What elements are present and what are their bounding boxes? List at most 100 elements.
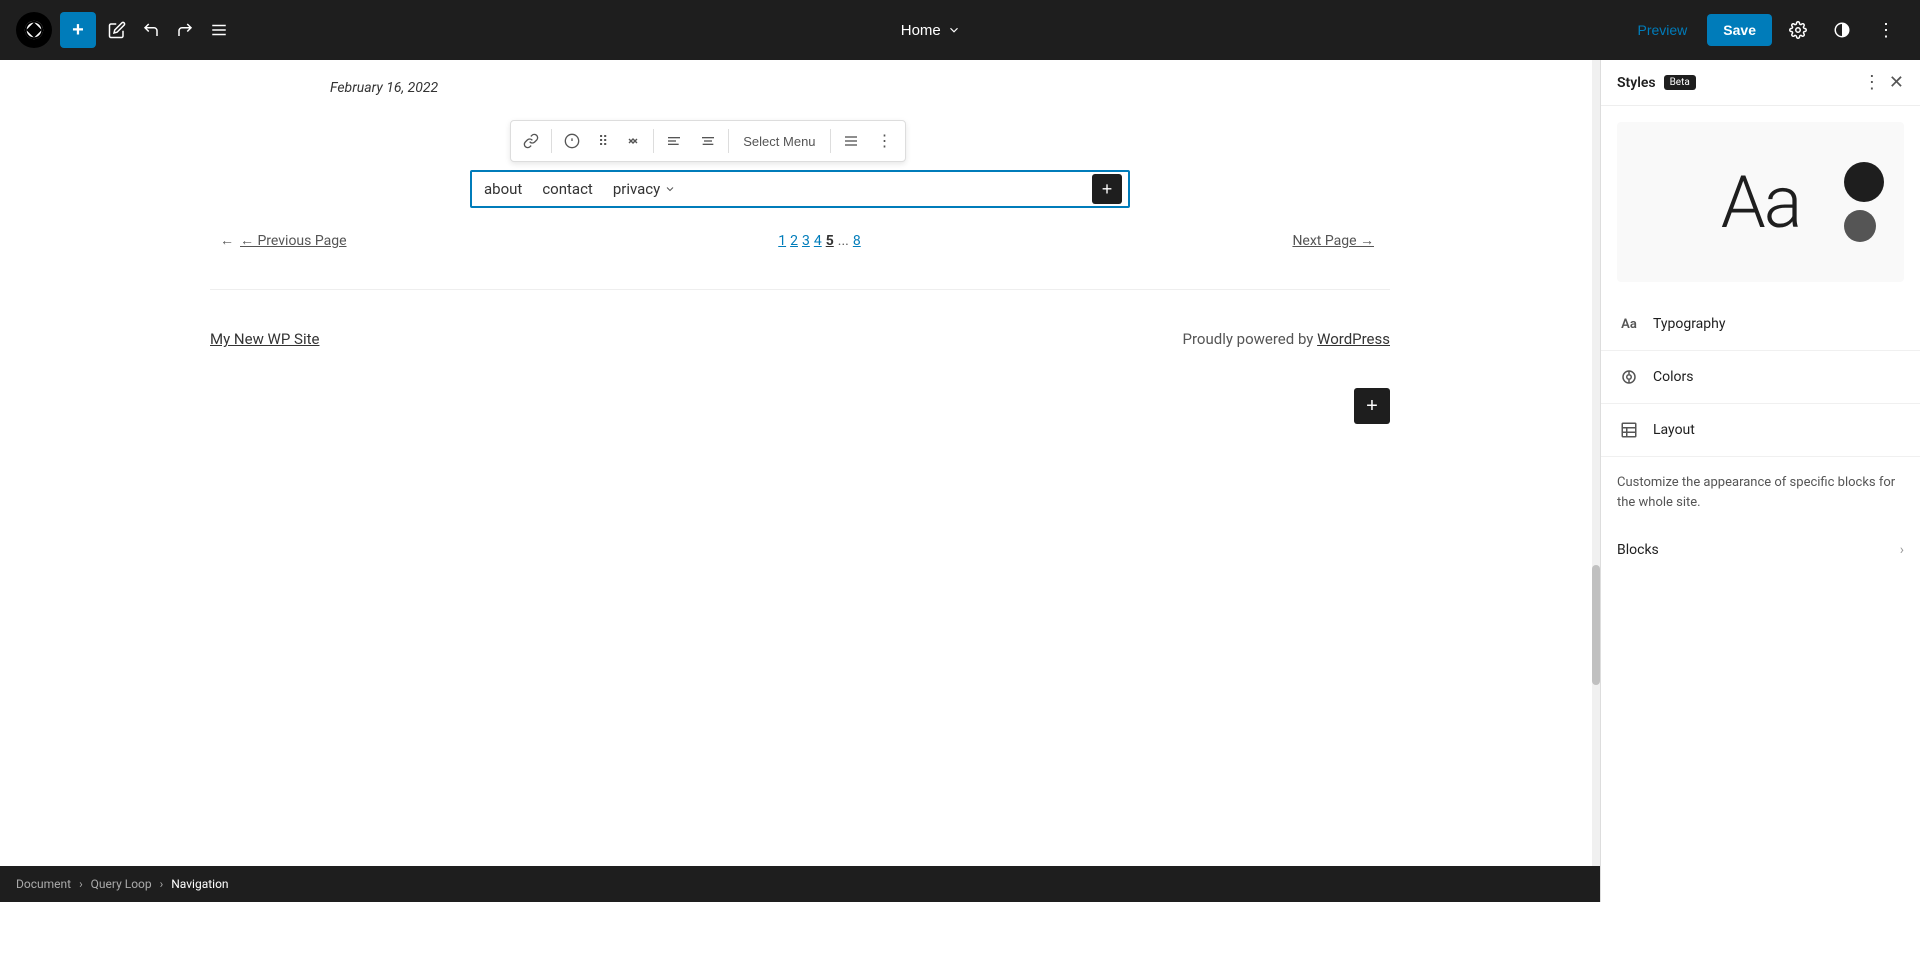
style-preview-dots [1844,162,1884,242]
redo-button[interactable] [168,15,202,45]
next-page-label: Next Page → [1292,232,1374,249]
save-button[interactable]: Save [1707,14,1772,46]
nav-item-about[interactable]: about [484,180,522,198]
link-toolbar-button[interactable] [515,127,547,155]
blocks-chevron-icon: › [1900,542,1904,558]
nav-block-wrapper: about contact privacy + [470,170,1130,208]
link-icon [523,133,539,149]
add-block-bottom: + [210,388,1390,424]
top-toolbar: + Home Preview [0,0,1920,60]
typography-label: Typography [1653,316,1904,332]
drag-icon: ⠿ [598,133,607,150]
right-panel: Styles Beta ⋮ ✕ Aa Aa Typo [1600,60,1920,902]
up-down-icon [625,133,641,149]
panel-header: Styles Beta ⋮ ✕ [1601,60,1920,106]
page-num-8[interactable]: 8 [853,233,861,249]
page-num-4[interactable]: 4 [814,233,822,249]
undo-button[interactable] [134,15,168,45]
panel-option-colors[interactable]: Colors [1601,351,1920,404]
up-down-toolbar-button[interactable] [617,127,649,155]
wp-logo[interactable] [16,12,52,48]
drag-toolbar-button[interactable]: ⠿ [590,127,615,156]
list-icon [210,21,228,39]
panel-option-layout[interactable]: Layout [1601,404,1920,457]
page-num-3[interactable]: 3 [802,233,810,249]
scroll-thumb[interactable] [1592,565,1600,685]
nav-block[interactable]: about contact privacy + [470,170,1130,208]
style-toggle-button[interactable] [1824,12,1860,48]
toolbar-divider-2 [653,129,654,153]
breadcrumb-document[interactable]: Document [16,877,71,891]
align-center-toolbar-button[interactable] [692,127,724,155]
add-block-bottom-button[interactable]: + [1354,388,1390,424]
home-dropdown[interactable]: Home [901,22,961,39]
document-overview-button[interactable] [202,15,236,45]
half-circle-icon [1833,21,1851,39]
page-num-1[interactable]: 1 [778,233,786,249]
settings-button[interactable] [1780,12,1816,48]
block-toolbar: ⠿ [510,120,906,162]
panel-option-typography[interactable]: Aa Typography [1601,298,1920,351]
breadcrumb-query-loop[interactable]: Query Loop [91,877,152,891]
chevron-down-icon [947,23,961,37]
canvas-inner: February 16, 2022 [170,80,1430,424]
nav-item-contact[interactable]: contact [542,180,593,198]
gear-icon [1789,21,1807,39]
colors-label: Colors [1653,369,1904,385]
dot-large [1844,162,1884,202]
colors-icon [1617,365,1641,389]
info-toolbar-button[interactable] [556,127,588,155]
panel-more-icon: ⋮ [1863,72,1881,93]
footer-powered-text: Proudly powered by [1183,330,1318,348]
submenu-chevron-icon [664,183,676,195]
text-align-icon [843,133,859,149]
more-options-button[interactable]: ⋮ [1868,12,1904,48]
toolbar-divider-4 [830,129,831,153]
nav-add-item-button[interactable]: + [1092,174,1122,204]
canvas: February 16, 2022 [0,60,1600,902]
undo-icon [142,21,160,39]
page-num-5[interactable]: 5 [826,233,834,249]
redo-icon [176,21,194,39]
pagination: ← ← Previous Page 1 2 3 4 5 ... 8 Next P… [210,232,1390,249]
page-date: February 16, 2022 [210,80,1390,96]
layout-label: Layout [1653,422,1904,438]
breadcrumb-navigation[interactable]: Navigation [171,877,228,891]
panel-blocks-row[interactable]: Blocks › [1601,528,1920,572]
page-dots: ... [838,233,849,249]
text-align-toolbar-button[interactable] [835,127,867,155]
next-page-link[interactable]: Next Page → [1292,232,1380,249]
align-left-icon [666,133,682,149]
panel-close-button[interactable]: ✕ [1889,72,1904,93]
wp-logo-icon [23,19,45,41]
blocks-label: Blocks [1617,542,1900,558]
bottom-bar: Document › Query Loop › Navigation [0,866,1600,902]
breadcrumb-sep-1: › [79,877,83,891]
pencil-icon [108,21,126,39]
page-numbers: 1 2 3 4 5 ... 8 [778,233,861,249]
toolbar-right: Preview Save ⋮ [1626,12,1905,48]
scroll-track[interactable] [1592,60,1600,902]
more-toolbar-button[interactable]: ⋮ [869,125,901,157]
page-num-2[interactable]: 2 [790,233,798,249]
edit-button[interactable] [100,15,134,45]
align-center-icon [700,133,716,149]
toolbar-center: Home [236,22,1626,39]
prev-arrow: ← [220,232,234,249]
panel-more-button[interactable]: ⋮ [1863,72,1881,93]
nav-item-privacy[interactable]: privacy [613,180,676,198]
info-icon [564,133,580,149]
prev-page-link[interactable]: ← ← Previous Page [220,232,347,249]
footer-area: My New WP Site Proudly powered by WordPr… [210,289,1390,368]
typography-icon: Aa [1617,312,1641,336]
close-icon: ✕ [1889,72,1904,93]
preview-button[interactable]: Preview [1626,16,1700,44]
align-left-toolbar-button[interactable] [658,127,690,155]
footer-wordpress-link[interactable]: WordPress [1317,330,1390,348]
toolbar-divider-3 [728,129,729,153]
layout-icon [1617,418,1641,442]
more-dots-icon: ⋮ [877,131,893,151]
add-block-button[interactable]: + [60,12,96,48]
footer-site-name[interactable]: My New WP Site [210,330,319,348]
select-menu-button[interactable]: Select Menu [733,128,825,155]
